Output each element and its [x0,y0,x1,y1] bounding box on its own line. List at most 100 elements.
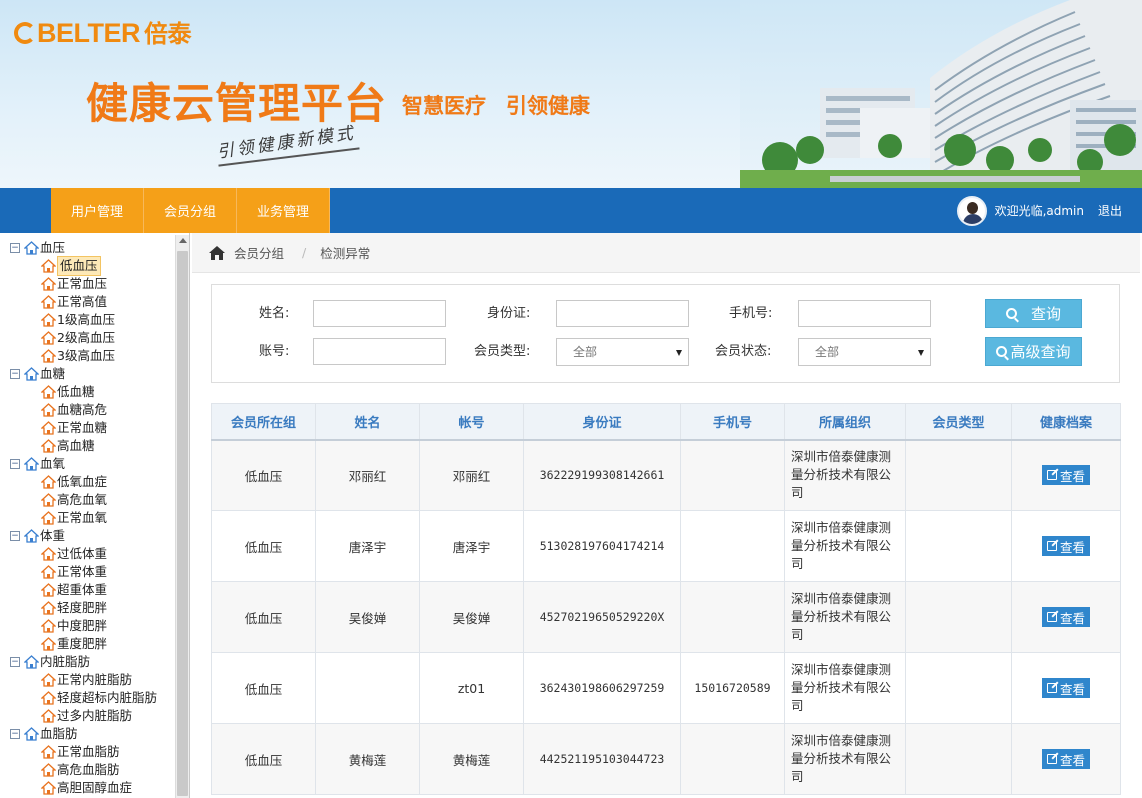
tree-group[interactable]: − 血压 [10,239,175,257]
cell-member-type [905,723,1012,795]
house-icon [41,385,56,399]
tree-group[interactable]: − 血脂肪 [10,725,175,743]
tree-item[interactable]: 高胆固醇血症 [10,779,175,797]
house-icon [41,637,56,651]
view-record-button[interactable]: 查看 [1042,607,1090,627]
tree-item-label: 高胆固醇血症 [57,780,133,795]
tree-item[interactable]: 低氧血症 [10,473,175,491]
cell-health-record: 查看 [1011,723,1121,795]
edit-icon [1046,470,1057,481]
cell-phone [680,439,785,511]
edit-icon [1046,754,1057,764]
member-status-select[interactable]: 全部 [798,338,931,366]
col-header-id-card: 身份证 [523,403,681,441]
sidebar-scrollbar[interactable] [175,235,189,798]
tree-item-label: 轻度肥胖 [57,600,108,615]
phone-input[interactable] [798,300,931,327]
tree-item[interactable]: 高危血氧 [10,491,175,509]
tree-item[interactable]: 轻度超标内脏脂肪 [10,689,175,707]
tree-item[interactable]: 2级高血压 [10,329,175,347]
advanced-query-button[interactable]: 高级查询 [985,337,1082,366]
tree: − 血压 低血压 正常血压 正常高值 1级高血压 2级高血压 3级高血压 − 血糖 低血糖 血糖高危正… [10,239,175,797]
top-nav-bar: 用户管理 会员分组 业务管理 欢迎光临,admin 退出 [0,188,1142,233]
view-record-button[interactable]: 查看 [1042,678,1090,698]
house-icon [41,619,56,633]
home-icon [209,245,225,260]
tree-item[interactable]: 重度肥胖 [10,635,175,653]
edit-icon [1046,541,1057,551]
search-icon [1005,308,1017,319]
main-content: 会员分组 / 检测异常 姓名: 身份证: 手机号: 查询 账号: 会员类型: 全… [192,233,1142,798]
tree-item[interactable]: 轻度肥胖 [10,599,175,617]
collapse-toggle-icon[interactable]: − [10,657,20,667]
view-label: 查看 [1059,468,1085,484]
table-row: 低血压 邓丽红 邓丽红 362229199308142661 深圳市倍泰健康测量分析技术… [211,439,1121,511]
collapse-toggle-icon[interactable]: − [10,369,20,379]
edit-icon [1046,612,1057,622]
house-icon [41,259,56,273]
house-icon [24,655,39,669]
tree-item[interactable]: 超重体重 [10,581,175,599]
house-icon [41,331,56,345]
query-button[interactable]: 查询 [985,299,1082,328]
tree-item-label: 血糖高危 [57,402,108,417]
tree-item[interactable]: 正常高值 [10,293,175,311]
tree-item[interactable]: 3级高血压 [10,347,175,365]
member-type-select[interactable]: 全部 [556,338,689,366]
tree-item[interactable]: 高血糖 [10,437,175,455]
cell-phone [680,581,785,653]
tree-group[interactable]: − 血糖 [10,365,175,383]
tree-item[interactable]: 正常内脏脂肪 [10,671,175,689]
tree-item[interactable]: 低血糖 [10,383,175,401]
sidebar-tree: − 血压 低血压 正常血压 正常高值 1级高血压 2级高血压 3级高血压 − 血糖 低血糖 血糖高危正… [0,233,190,798]
collapse-toggle-icon[interactable]: − [10,531,20,541]
collapse-toggle-icon[interactable]: − [10,729,20,739]
nav-tab-member-group[interactable]: 会员分组 [144,188,237,233]
tree-item[interactable]: 过低体重 [10,545,175,563]
tree-item[interactable]: 正常血氧 [10,509,175,527]
collapse-toggle-icon[interactable]: − [10,243,20,253]
tree-item[interactable]: 中度肥胖 [10,617,175,635]
scroll-up-arrow-icon[interactable] [179,238,187,243]
id-card-input[interactable] [556,300,689,327]
table-row: 低血压 zt01 362430198606297259 15016720589 深圳市倍… [211,652,1121,724]
cell-id-card: 362430198606297259 [523,652,681,724]
view-record-button[interactable]: 查看 [1042,465,1090,486]
tree-item[interactable]: 正常体重 [10,563,175,581]
breadcrumb: 会员分组 / 检测异常 [192,233,1140,273]
tree-item[interactable]: 过多内脏脂肪 [10,707,175,725]
tree-item[interactable]: 正常血压 [10,275,175,293]
tree-group[interactable]: − 血氧 [10,455,175,473]
view-record-button[interactable]: 查看 [1042,749,1090,769]
tree-item-label: 2级高血压 [57,330,115,345]
tree-item[interactable]: 高危血脂肪 [10,761,175,779]
table-row: 低血压 吴俊婵 吴俊婵 45270219650529220X 深圳市倍泰健康测量分析技术… [211,581,1121,653]
advanced-query-label: 高级查询 [1010,343,1071,361]
view-record-button[interactable]: 查看 [1042,536,1090,556]
tree-group[interactable]: − 内脏脂肪 [10,653,175,671]
nav-tab-user-management[interactable]: 用户管理 [51,188,144,233]
collapse-toggle-icon[interactable]: − [10,459,20,469]
tree-item[interactable]: 正常血脂肪 [10,743,175,761]
logout-link[interactable]: 退出 [1098,202,1122,219]
avatar[interactable] [956,195,987,226]
tree-item[interactable]: 1级高血压 [10,311,175,329]
tree-group-label: 体重 [40,528,66,543]
tree-item[interactable]: 正常血糖 [10,419,175,437]
scroll-thumb[interactable] [177,251,188,796]
member-status-value: 全部 [815,345,840,359]
tree-item[interactable]: 低血压 [10,256,175,276]
tree-group[interactable]: − 体重 [10,527,175,545]
account-input[interactable] [313,338,446,365]
nav-tab-business-management[interactable]: 业务管理 [237,188,330,233]
cell-health-record: 查看 [1011,439,1121,511]
account-label: 账号: [259,344,290,359]
phone-label: 手机号: [729,306,773,321]
member-status-label: 会员状态: [715,344,772,359]
breadcrumb-item-member-group[interactable]: 会员分组 [234,243,284,262]
tree-item[interactable]: 血糖高危 [10,401,175,419]
tree-item-label: 重度肥胖 [57,636,108,651]
cell-account: 吴俊婵 [419,581,524,653]
name-input[interactable] [313,300,446,327]
cell-phone: 15016720589 [680,652,785,724]
